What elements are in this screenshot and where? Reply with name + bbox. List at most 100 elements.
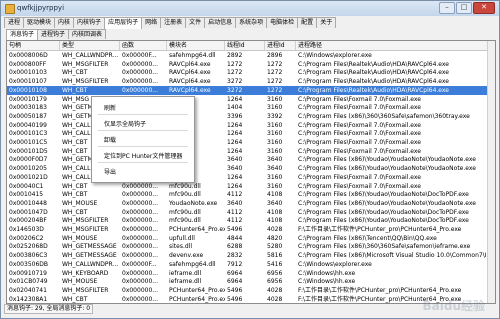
column-header[interactable]: 进程路径 — [296, 41, 495, 50]
tab-2[interactable]: 内核 — [54, 17, 75, 28]
table-row[interactable]: 0x00206C2 WH_MOUSE 0x000000... upfull.dll 48… — [7, 234, 495, 243]
maximize-button[interactable]: □ — [456, 2, 472, 14]
table-row[interactable]: 0x00010107 WH_MSGFILTER 0x000000... RAVCpl6… — [7, 77, 495, 86]
title-bar[interactable]: qwfkjjpyrppyi – □ ✕ — [1, 1, 499, 16]
tab-1[interactable]: 驱动模块 — [23, 17, 56, 28]
table-row[interactable]: 0x0000F0D7 WH_GETM 3640 3640 C:\Program File… — [7, 155, 495, 164]
table-row[interactable]: 0x000101D5 WH_CBT 1264 3160 C:\Program Files… — [7, 147, 495, 156]
column-header[interactable]: 函数 — [120, 41, 167, 50]
hook-list[interactable]: 句柄 类型 函数 模块名 线程Id 进程Id 进程路径 0x0008006D WH_CALLW… — [6, 40, 496, 304]
minimize-button[interactable]: – — [439, 2, 455, 14]
tab-6[interactable]: 注册表 — [160, 17, 187, 28]
table-cell: 0x000000... — [122, 286, 158, 294]
table-row[interactable]: 0x000800FF WH_MSGFILTER 0x000000... RAVCpl6… — [7, 60, 495, 69]
menu-item-global-only[interactable]: 仅显示全局钩子 — [104, 119, 146, 128]
table-cell: 0x000000... — [122, 78, 158, 86]
tab-3[interactable]: 内核钩子 — [73, 17, 106, 28]
table-row[interactable]: 0x000101C5 WH_CBT 1264 3160 C:\Program Files… — [7, 138, 495, 147]
table-cell: RAVCpl64.exe — [169, 69, 211, 77]
close-button[interactable]: ✕ — [473, 2, 495, 14]
menu-item-refresh[interactable]: 刷新 — [104, 103, 116, 112]
column-header[interactable]: 模块名 — [167, 41, 225, 50]
table-cell: WH_CBT — [62, 86, 88, 94]
table-row[interactable]: 0x0252068D WH_GETMESSAGE 0x000000... sites.… — [7, 242, 495, 251]
table-row[interactable]: 0x00010205 WH_CALL 3640 3640 C:\Program File… — [7, 164, 495, 173]
tab-4[interactable]: 应用层钩子 — [104, 17, 143, 29]
tab-8[interactable]: 启动信息 — [204, 17, 237, 28]
table-cell: 0x000000... — [122, 191, 158, 199]
table-row[interactable]: 0x00010108 WH_CBT 0x000000... RAVCpl64.exe 3… — [7, 85, 495, 95]
table-cell: 0x000101D5 — [9, 147, 48, 155]
tab-11[interactable]: 配置 — [297, 17, 318, 28]
column-header[interactable]: 句柄 — [7, 41, 60, 50]
table-cell: 2892 — [227, 52, 243, 59]
column-header[interactable]: 线程Id — [225, 41, 265, 50]
table-row[interactable]: 0x00910719 WH_KEYBOARD 0x000000... ieframe.… — [7, 269, 495, 278]
table-row[interactable]: 0x0001047D WH_CBT 0x000000... mfc90u.dll 411… — [7, 208, 495, 217]
table-cell: 1264 — [227, 121, 243, 129]
table-cell: C:\Program Files\Realtek\Audio\HDA\RAVCp… — [298, 78, 449, 86]
table-row[interactable]: 0x00010103 WH_CBT 0x000000... RAVCpl64.exe 1… — [7, 68, 495, 77]
tab-12[interactable]: 关于 — [316, 17, 337, 28]
table-row[interactable]: 0x0008006D WH_CALLWNDPR... 0x00000F... safe… — [7, 51, 495, 60]
table-row[interactable]: 0x01CB0749 WH_MOUSE 0x000000... ieframe.dll… — [7, 277, 495, 286]
table-row[interactable]: 0x00050187 WH_GETM 3396 3392 C:\Program File… — [7, 112, 495, 121]
table-cell: C:\Program Files\Foxmail 7.0\Foxmail.exe — [298, 139, 421, 146]
tab-5[interactable]: 网络 — [141, 17, 162, 28]
table-cell: 7912 — [227, 260, 243, 268]
column-header[interactable]: 类型 — [60, 41, 120, 50]
tab-9[interactable]: 系统杂项 — [235, 17, 268, 28]
menu-separator — [98, 146, 188, 147]
table-cell: ieframe.dll — [169, 269, 202, 277]
table-row[interactable]: 0x02040741 WH_MSGFILTER 0x000000... PCHunte… — [7, 286, 495, 295]
table-row[interactable]: 0x00030183 WH_GETM 1404 3160 C:\Program File… — [7, 103, 495, 112]
table-cell: ieframe.dll — [169, 278, 202, 286]
table-row[interactable]: 0x00010448 WH_MOUSE 0x000000... YoudaoNote.… — [7, 199, 495, 208]
table-cell: 0x000000... — [122, 226, 158, 233]
tab-0[interactable]: 进程 — [4, 17, 25, 28]
table-row[interactable]: 0x146503D WH_MSGFILTER 0x000000... PCHunter… — [7, 225, 495, 234]
table-cell: 5816 — [267, 252, 283, 260]
table-cell: 0x000000... — [122, 86, 158, 94]
table-cell: 0x000800FF — [9, 60, 47, 68]
table-cell: C:\Program Files (x86)\Youdao\YoudaoNote… — [298, 199, 476, 207]
table-row[interactable]: 0x0001021D WH_CALL 1264 3160 C:\Program File… — [7, 173, 495, 182]
table-row[interactable]: 0x00010179 WH_MSG 1264 3160 C:\Program Files… — [7, 95, 495, 104]
subtab-2[interactable]: 内核回调表 — [68, 29, 107, 39]
tab-10[interactable]: 电脑体检 — [266, 17, 299, 28]
menu-item-export[interactable]: 导出 — [104, 167, 116, 176]
table-cell: WH_CBT — [62, 191, 88, 199]
table-row[interactable]: 0x003806C3 WH_GETMESSAGE 0x000000... devenv… — [7, 251, 495, 260]
menu-item-unhook[interactable]: 卸载 — [104, 135, 116, 144]
window-controls: – □ ✕ — [439, 2, 495, 14]
table-cell: 0x00010108 — [9, 86, 47, 94]
subtab-1[interactable]: 进程钩子 — [37, 29, 70, 39]
table-row[interactable]: 0x000101C3 WH_CALL 1264 3160 C:\Program File… — [7, 129, 495, 138]
table-cell: F:\工作目录\工作软件\PCHunter_pro\PCHunter64_Pro… — [298, 226, 462, 233]
table-row[interactable]: 0x0010415 WH_CBT 0x000000... mfc90u.dll 4112… — [7, 190, 495, 199]
menu-separator — [98, 114, 188, 115]
table-cell: 3160 — [267, 121, 283, 129]
table-row[interactable]: 0x00040C1 WH_CBT 0x000000... mfc90u.dll 1264… — [7, 182, 495, 191]
vertical-scrollbar[interactable] — [487, 41, 495, 303]
table-cell: C:\Program Files\Foxmail 7.0\Foxmail.exe — [298, 130, 421, 138]
table-row[interactable]: 0x003506DB WH_CALLWNDPR... 0x00000F... safe… — [7, 260, 495, 269]
table-cell: 4112 — [227, 208, 243, 216]
tab-7[interactable]: 文件 — [185, 17, 206, 28]
table-cell: C:\Program Files (x86)\Microsoft Visual … — [298, 252, 495, 260]
column-header[interactable]: 进程Id — [265, 41, 296, 50]
window-title: qwfkjjpyrppyi — [17, 4, 65, 12]
subtab-0[interactable]: 消息钩子 — [6, 29, 39, 40]
table-cell: WH_MSGFILTER — [62, 78, 109, 86]
table-cell: 0x00040199 — [9, 121, 47, 129]
menu-item-locate-file[interactable]: 定位到PC Hunter文件管理器 — [104, 151, 182, 160]
table-cell: devenv.exe — [169, 252, 204, 260]
table-cell: C:\Windows\explorer.exe — [298, 260, 372, 268]
table-cell: 0x000000... — [122, 208, 158, 216]
table-row[interactable]: 0x000204BF WH_MSGFILTER 0x000000... mfc90u.… — [7, 216, 495, 225]
table-cell: C:\Program Files (x86)\Youdao\YoudaoNote… — [298, 208, 469, 216]
table-cell: PCHunter64_Pro.exe — [169, 286, 225, 294]
table-row[interactable]: 0x00040199 WH_CALL 1264 3160 C:\Program File… — [7, 121, 495, 130]
table-cell: 6288 — [227, 243, 243, 251]
table-cell: 2832 — [227, 252, 243, 260]
